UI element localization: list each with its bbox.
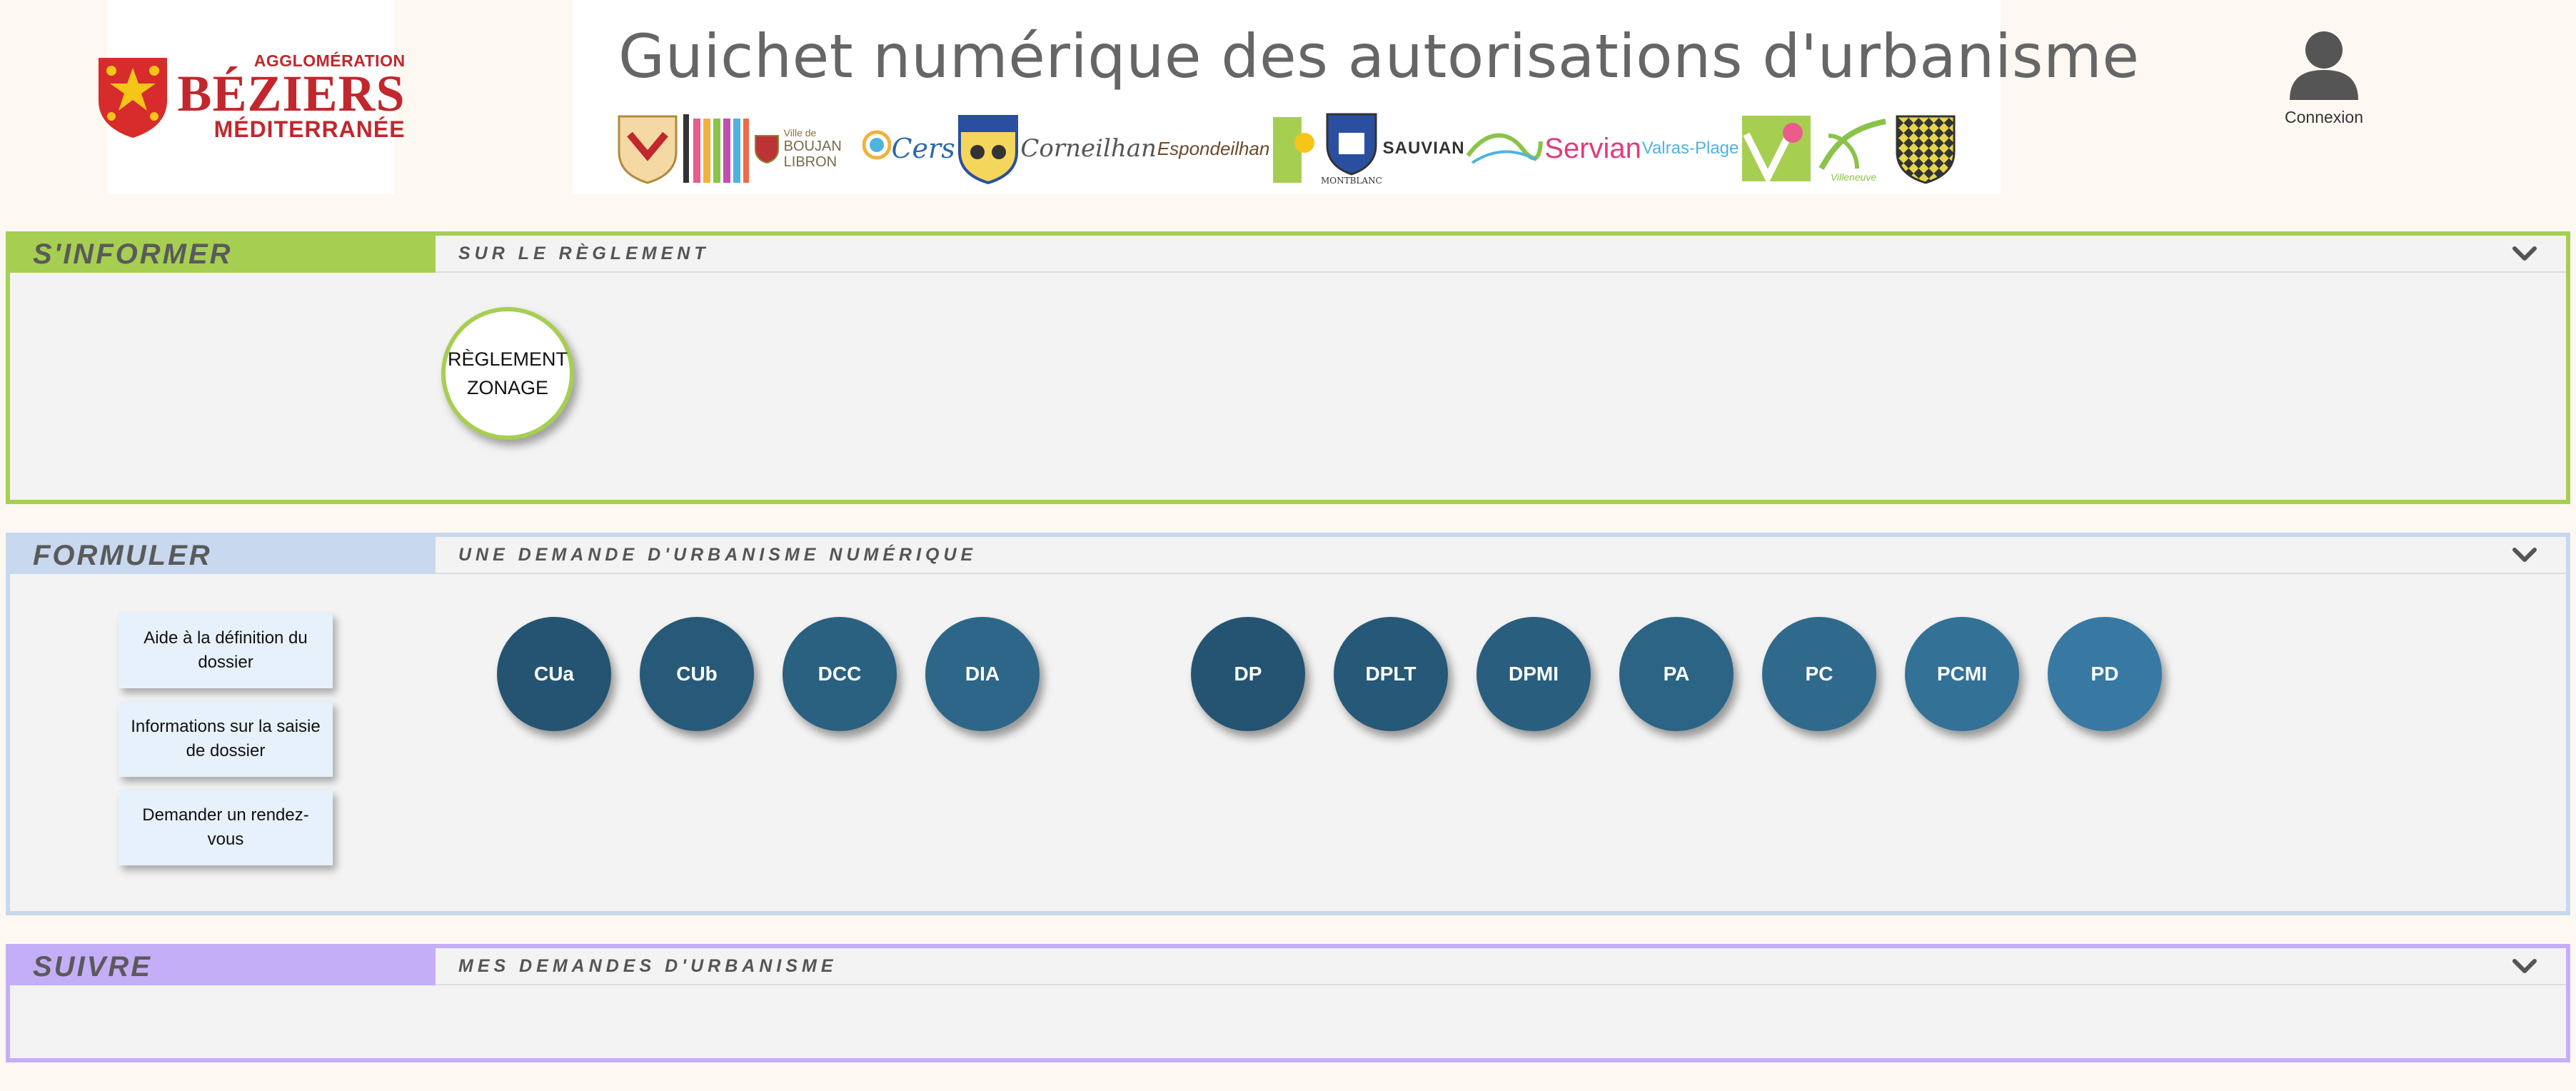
crest-11 [1465, 127, 1544, 170]
villeneuve-name: Villeneuve [1830, 171, 1877, 183]
section-formuler-subtitle: UNE DEMANDE D'URBANISME NUMÉRIQUE [436, 537, 2566, 574]
reglement-line-2: ZONAGE [466, 377, 548, 398]
section-suivre-subtitle: MES DEMANDES D'URBANISME [436, 948, 2566, 985]
crest-valras: Valras-Plage [1642, 139, 1739, 159]
crest-16 [1893, 113, 1958, 184]
chevron-down-icon[interactable] [2512, 958, 2537, 975]
dpmi-button[interactable]: DPMI [1476, 617, 1591, 731]
pa-button[interactable]: PA [1619, 617, 1734, 731]
checkered-shield-icon [1896, 115, 1956, 184]
section-informer-subtitle: SUR LE RÈGLEMENT [436, 236, 2566, 273]
municipality-crests: Ville de BOUJAN LIBRON Cers Corneilhan E… [615, 109, 1958, 188]
section-suivre-header[interactable]: SUIVRE MES DEMANDES D'URBANISME [10, 948, 2566, 985]
section-suivre: SUIVRE MES DEMANDES D'URBANISME [6, 944, 2570, 1062]
birds-shield-icon [957, 115, 1018, 184]
dia-button[interactable]: DIA [925, 617, 1040, 731]
chevron-down-icon[interactable] [2512, 547, 2537, 564]
aide-definition-button[interactable]: Aide à la définition du dossier [119, 613, 333, 688]
pcmi-button[interactable]: PCMI [1905, 617, 2019, 731]
crest-montblanc: MONTBLANC [1321, 111, 1382, 186]
crest-villeneuve: Villeneuve [1814, 114, 1893, 183]
logo-line-2: BÉZIERS [177, 65, 406, 122]
crest-boujan: Ville de BOUJAN LIBRON [753, 127, 862, 170]
section-formuler: FORMULER UNE DEMANDE D'URBANISME NUMÉRIQ… [6, 533, 2570, 915]
section-formuler-title: FORMULER [10, 537, 436, 574]
crest-5 [956, 113, 1020, 184]
corneilhan-name: Corneilhan [1020, 134, 1157, 163]
crest-cers: Cers [862, 116, 955, 181]
dp-button[interactable]: DP [1191, 617, 1305, 731]
login-label: Connexion [2285, 108, 2363, 126]
section-informer-title: S'INFORMER [10, 236, 436, 273]
montblanc-name: MONTBLANC [1321, 176, 1382, 186]
dplt-button[interactable]: DPLT [1334, 617, 1448, 731]
section-suivre-title: SUIVRE [10, 948, 436, 985]
espondeilhan-name: Espondeilhan [1157, 137, 1270, 159]
boujan-name: BOUJAN LIBRON [783, 139, 842, 170]
page-title: Guichet numérique des autorisations d'ur… [618, 21, 2140, 91]
crest-corneilhan: Corneilhan [1020, 134, 1157, 163]
crest-14 [1739, 113, 1813, 184]
section-formuler-header[interactable]: FORMULER UNE DEMANDE D'URBANISME NUMÉRIQ… [10, 537, 2566, 574]
boujan-crest-icon [754, 135, 779, 164]
logo-line-3: MÉDITERRANÉE [213, 116, 406, 142]
informations-saisie-button[interactable]: Informations sur la saisie de dossier [119, 701, 333, 777]
login-button[interactable]: Connexion [2285, 26, 2363, 127]
header-banner: Guichet numérique des autorisations d'ur… [573, 0, 2139, 194]
demander-rendez-vous-button[interactable]: Demander un rendez-vous [119, 790, 333, 865]
agglo-logo[interactable]: AGGLOMÉRATION BÉZIERS MÉDITERRANÉE [99, 0, 405, 194]
reglement-zonage-button[interactable]: RÈGLEMENT ZONAGE [441, 307, 574, 440]
user-icon [2290, 31, 2358, 100]
swirl-logo-icon [1466, 133, 1544, 164]
crest-1 [615, 113, 680, 184]
cub-button[interactable]: CUb [640, 617, 754, 731]
valras-name: Valras-Plage [1641, 139, 1739, 158]
palm-logo-icon [1818, 119, 1886, 170]
pd-button[interactable]: PD [2048, 617, 2162, 731]
shield-icon [618, 115, 678, 184]
cers-logo-icon [862, 130, 892, 160]
dcc-button[interactable]: DCC [783, 617, 897, 731]
occitan-cross-icon [99, 58, 168, 138]
green-village-logo-icon [1742, 116, 1811, 184]
crest-servian: Servian [1544, 133, 1641, 165]
chevron-down-icon[interactable] [2512, 246, 2537, 263]
section-informer: S'INFORMER SUR LE RÈGLEMENT RÈGLEMENT ZO… [6, 231, 2570, 504]
pc-button[interactable]: PC [1762, 617, 1876, 731]
crest-sauvian: SAUVIAN [1383, 139, 1465, 159]
cers-name: Cers [891, 133, 955, 164]
servian-name: Servian [1544, 132, 1641, 164]
crest-espondeilhan: Espondeilhan [1157, 138, 1270, 160]
sauvian-name: SAUVIAN [1382, 139, 1465, 158]
crest-8 [1270, 111, 1320, 186]
stripes-logo-icon [683, 114, 749, 183]
section-informer-header[interactable]: S'INFORMER SUR LE RÈGLEMENT [10, 236, 2566, 273]
green-sun-logo-icon [1273, 117, 1315, 183]
montblanc-shield-icon [1326, 113, 1377, 176]
crest-2 [680, 111, 752, 186]
reglement-line-1: RÈGLEMENT [447, 348, 568, 370]
cua-button[interactable]: CUa [497, 617, 611, 731]
boujan-small: Ville de [783, 127, 817, 139]
